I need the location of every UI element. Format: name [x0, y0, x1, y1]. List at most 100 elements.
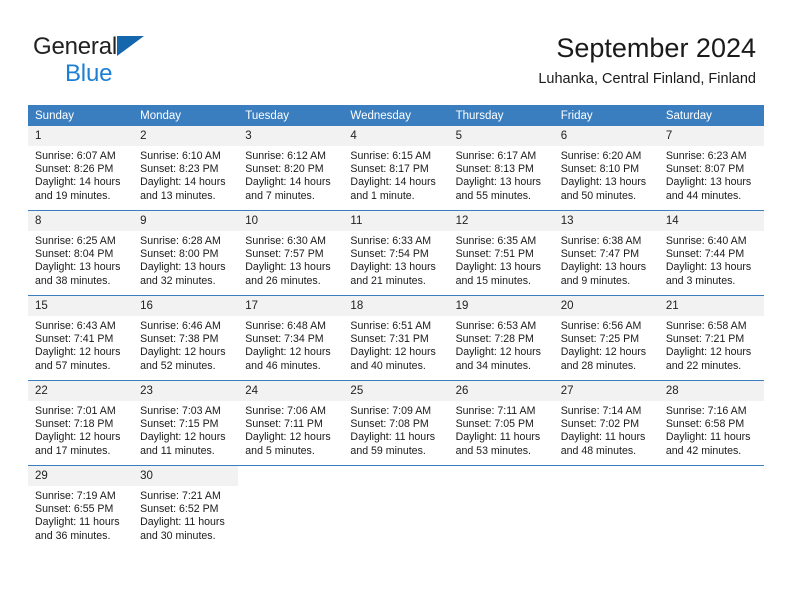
day-cell[interactable]: 25 Sunrise: 7:09 AM Sunset: 7:08 PM Dayl…	[343, 380, 449, 466]
day-cell[interactable]: 10 Sunrise: 6:30 AM Sunset: 7:57 PM Dayl…	[238, 210, 344, 296]
sunrise-text: Sunrise: 6:10 AM	[140, 150, 221, 162]
day-cell[interactable]: 15 Sunrise: 6:43 AM Sunset: 7:41 PM Dayl…	[28, 295, 134, 381]
daylight-text: Daylight: 14 hours and 7 minutes.	[245, 176, 331, 202]
brand-name-row: General	[33, 33, 233, 60]
day-cell[interactable]: 5 Sunrise: 6:17 AM Sunset: 8:13 PM Dayli…	[448, 126, 554, 211]
day-details: Sunrise: 6:43 AM Sunset: 7:41 PM Dayligh…	[28, 316, 133, 373]
daylight-text: Daylight: 12 hours and 28 minutes.	[560, 346, 647, 372]
day-cell[interactable]: 28 Sunrise: 7:16 AM Sunset: 6:58 PM Dayl…	[658, 380, 764, 466]
day-details: Sunrise: 7:16 AM Sunset: 6:58 PM Dayligh…	[659, 401, 764, 458]
day-details: Sunrise: 6:15 AM Sunset: 8:17 PM Dayligh…	[343, 146, 448, 203]
day-cell[interactable]: 8 Sunrise: 6:25 AM Sunset: 8:04 PM Dayli…	[28, 210, 134, 296]
brand-logo[interactable]: General Blue	[33, 33, 233, 87]
day-cell[interactable]: 16 Sunrise: 6:46 AM Sunset: 7:38 PM Dayl…	[133, 295, 239, 381]
calendar-week-row: 29 Sunrise: 7:19 AM Sunset: 6:55 PM Dayl…	[28, 465, 764, 550]
day-cell[interactable]: 13 Sunrise: 6:38 AM Sunset: 7:47 PM Dayl…	[553, 210, 659, 296]
day-cell-empty	[658, 465, 764, 550]
calendar-week-row: 22 Sunrise: 7:01 AM Sunset: 7:18 PM Dayl…	[28, 380, 764, 466]
day-details: Sunrise: 6:46 AM Sunset: 7:38 PM Dayligh…	[133, 316, 238, 373]
day-cell[interactable]: 18 Sunrise: 6:51 AM Sunset: 7:31 PM Dayl…	[343, 295, 449, 381]
sunrise-text: Sunrise: 6:58 AM	[665, 320, 747, 332]
sunset-text: Sunset: 7:47 PM	[560, 248, 640, 261]
day-cell[interactable]: 19 Sunrise: 6:53 AM Sunset: 7:28 PM Dayl…	[448, 295, 554, 381]
sunrise-text: Sunrise: 7:06 AM	[245, 405, 326, 417]
page-subtitle: Luhanka, Central Finland, Finland	[538, 71, 756, 87]
day-number: 20	[553, 296, 659, 316]
sunrise-text: Sunrise: 6:53 AM	[455, 320, 537, 332]
sunset-text: Sunset: 7:41 PM	[35, 333, 114, 346]
weekday-header-sunday: Sunday	[28, 105, 134, 126]
day-cell[interactable]: 11 Sunrise: 6:33 AM Sunset: 7:54 PM Dayl…	[343, 210, 449, 296]
sunset-text: Sunset: 7:21 PM	[665, 333, 745, 346]
day-cell[interactable]: 20 Sunrise: 6:56 AM Sunset: 7:25 PM Dayl…	[553, 295, 659, 381]
sunrise-text: Sunrise: 6:51 AM	[350, 320, 432, 332]
sunrise-text: Sunrise: 6:40 AM	[665, 235, 747, 247]
daylight-text: Daylight: 13 hours and 38 minutes.	[35, 261, 121, 287]
daylight-text: Daylight: 11 hours and 53 minutes.	[455, 431, 541, 457]
sunrise-text: Sunrise: 6:15 AM	[350, 150, 432, 162]
day-details: Sunrise: 6:28 AM Sunset: 8:00 PM Dayligh…	[133, 231, 238, 288]
sunset-text: Sunset: 7:31 PM	[350, 333, 429, 346]
day-details: Sunrise: 6:35 AM Sunset: 7:51 PM Dayligh…	[449, 231, 554, 288]
day-details: Sunrise: 7:09 AM Sunset: 7:08 PM Dayligh…	[343, 401, 448, 458]
day-details: Sunrise: 6:53 AM Sunset: 7:28 PM Dayligh…	[449, 316, 554, 373]
daylight-text: Daylight: 13 hours and 55 minutes.	[455, 176, 541, 202]
sunset-text: Sunset: 7:54 PM	[350, 248, 429, 261]
daylight-text: Daylight: 12 hours and 17 minutes.	[35, 431, 121, 457]
weekday-header-wednesday: Wednesday	[343, 105, 449, 126]
brand-name-general: General	[33, 33, 117, 60]
sunrise-text: Sunrise: 7:19 AM	[35, 490, 116, 502]
sunrise-text: Sunrise: 6:12 AM	[245, 150, 326, 162]
sunrise-text: Sunrise: 6:38 AM	[560, 235, 642, 247]
weekday-header-saturday: Saturday	[658, 105, 764, 126]
day-cell[interactable]: 9 Sunrise: 6:28 AM Sunset: 8:00 PM Dayli…	[133, 210, 239, 296]
day-cell[interactable]: 21 Sunrise: 6:58 AM Sunset: 7:21 PM Dayl…	[658, 295, 764, 381]
day-cell[interactable]: 6 Sunrise: 6:20 AM Sunset: 8:10 PM Dayli…	[553, 126, 659, 211]
day-details: Sunrise: 7:21 AM Sunset: 6:52 PM Dayligh…	[133, 486, 238, 543]
day-details: Sunrise: 6:12 AM Sunset: 8:20 PM Dayligh…	[238, 146, 343, 203]
sunset-text: Sunset: 8:26 PM	[35, 163, 114, 176]
sunset-text: Sunset: 7:57 PM	[245, 248, 324, 261]
day-cell[interactable]: 23 Sunrise: 7:03 AM Sunset: 7:15 PM Dayl…	[133, 380, 239, 466]
day-cell[interactable]: 26 Sunrise: 7:11 AM Sunset: 7:05 PM Dayl…	[448, 380, 554, 466]
day-cell[interactable]: 17 Sunrise: 6:48 AM Sunset: 7:34 PM Dayl…	[238, 295, 344, 381]
day-cell[interactable]: 22 Sunrise: 7:01 AM Sunset: 7:18 PM Dayl…	[28, 380, 134, 466]
sunrise-text: Sunrise: 6:17 AM	[455, 150, 537, 162]
day-number: 8	[28, 211, 134, 231]
sunrise-text: Sunrise: 7:16 AM	[665, 405, 747, 417]
sunset-text: Sunset: 8:23 PM	[140, 163, 219, 176]
sunset-text: Sunset: 7:44 PM	[665, 248, 745, 261]
day-cell[interactable]: 30 Sunrise: 7:21 AM Sunset: 6:52 PM Dayl…	[133, 465, 239, 550]
day-cell-empty	[238, 465, 344, 550]
sunrise-text: Sunrise: 6:28 AM	[140, 235, 221, 247]
day-details: Sunrise: 6:38 AM Sunset: 7:47 PM Dayligh…	[554, 231, 659, 288]
day-details: Sunrise: 6:23 AM Sunset: 8:07 PM Dayligh…	[659, 146, 764, 203]
day-number: 13	[553, 211, 659, 231]
day-number: 4	[343, 126, 449, 146]
sunset-text: Sunset: 8:10 PM	[560, 163, 640, 176]
day-cell[interactable]: 14 Sunrise: 6:40 AM Sunset: 7:44 PM Dayl…	[658, 210, 764, 296]
daylight-text: Daylight: 13 hours and 50 minutes.	[560, 176, 647, 202]
day-number	[238, 466, 344, 486]
day-cell[interactable]: 3 Sunrise: 6:12 AM Sunset: 8:20 PM Dayli…	[238, 126, 344, 211]
daylight-text: Daylight: 13 hours and 44 minutes.	[665, 176, 752, 202]
sunrise-text: Sunrise: 7:03 AM	[140, 405, 221, 417]
daylight-text: Daylight: 13 hours and 21 minutes.	[350, 261, 436, 287]
day-cell[interactable]: 7 Sunrise: 6:23 AM Sunset: 8:07 PM Dayli…	[658, 126, 764, 211]
day-cell[interactable]: 24 Sunrise: 7:06 AM Sunset: 7:11 PM Dayl…	[238, 380, 344, 466]
day-number: 1	[28, 126, 134, 146]
calendar-week-row: 15 Sunrise: 6:43 AM Sunset: 7:41 PM Dayl…	[28, 295, 764, 381]
sunset-text: Sunset: 7:02 PM	[560, 418, 640, 431]
day-cell[interactable]: 27 Sunrise: 7:14 AM Sunset: 7:02 PM Dayl…	[553, 380, 659, 466]
day-number: 3	[238, 126, 344, 146]
day-cell[interactable]: 2 Sunrise: 6:10 AM Sunset: 8:23 PM Dayli…	[133, 126, 239, 211]
day-cell[interactable]: 4 Sunrise: 6:15 AM Sunset: 8:17 PM Dayli…	[343, 126, 449, 211]
day-cell[interactable]: 29 Sunrise: 7:19 AM Sunset: 6:55 PM Dayl…	[28, 465, 134, 550]
day-cell[interactable]: 1 Sunrise: 6:07 AM Sunset: 8:26 PM Dayli…	[28, 126, 134, 211]
weekday-header-tuesday: Tuesday	[238, 105, 344, 126]
sunset-text: Sunset: 7:05 PM	[455, 418, 534, 431]
day-details: Sunrise: 6:30 AM Sunset: 7:57 PM Dayligh…	[238, 231, 343, 288]
daylight-text: Daylight: 12 hours and 46 minutes.	[245, 346, 331, 372]
sunrise-text: Sunrise: 6:46 AM	[140, 320, 221, 332]
day-cell[interactable]: 12 Sunrise: 6:35 AM Sunset: 7:51 PM Dayl…	[448, 210, 554, 296]
